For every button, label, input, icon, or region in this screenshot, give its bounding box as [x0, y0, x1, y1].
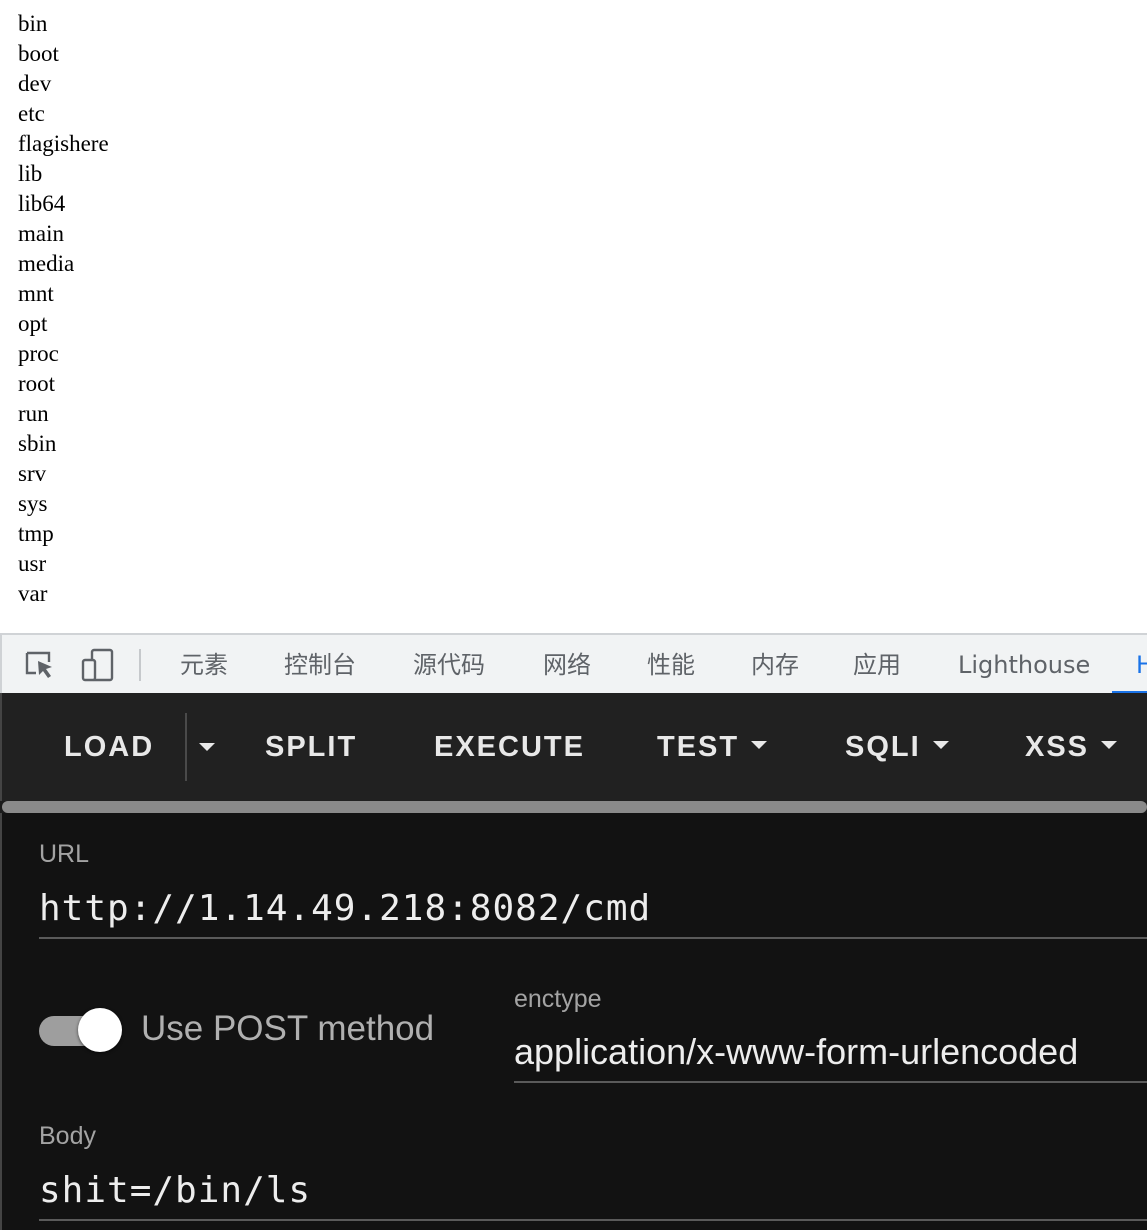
execute-label: EXECUTE [434, 731, 585, 763]
url-label: URL [39, 840, 90, 868]
output-line: root [18, 371, 56, 396]
hackbar-toolbar: LOAD SPLIT EXECUTE TEST SQLI XSS [0, 693, 1147, 801]
tab-sources[interactable]: 源代码 [413, 635, 485, 693]
tab-console[interactable]: 控制台 [284, 635, 356, 693]
chevron-down-icon [751, 741, 768, 750]
enctype-select[interactable]: application/x-www-form-urlencoded [514, 1031, 1078, 1073]
body-input-underline [39, 1219, 1147, 1221]
output-line: srv [18, 461, 47, 486]
execute-button[interactable]: EXECUTE [434, 693, 585, 801]
horizontal-scrollbar[interactable] [0, 801, 1147, 813]
chevron-down-icon [1101, 741, 1118, 750]
enctype-label: enctype [514, 985, 602, 1013]
tab-application[interactable]: 应用 [853, 635, 901, 693]
test-label: TEST [657, 731, 740, 763]
output-line: bin [18, 11, 48, 36]
tab-network[interactable]: 网络 [543, 635, 591, 693]
toolbar-divider [139, 649, 141, 681]
output-line: run [18, 401, 49, 426]
load-button[interactable]: LOAD [64, 693, 154, 801]
xss-menu-button[interactable]: XSS [1025, 693, 1118, 801]
command-output: bin boot dev etc flagishere lib lib64 ma… [18, 9, 1118, 609]
chevron-down-icon [932, 741, 949, 750]
output-line: dev [18, 71, 52, 96]
output-line: main [18, 221, 64, 246]
xss-label: XSS [1025, 731, 1090, 763]
output-line: opt [18, 311, 48, 336]
output-line: sys [18, 491, 48, 516]
body-input[interactable]: shit=/bin/ls [39, 1170, 311, 1211]
url-input[interactable]: http://1.14.49.218:8082/cmd [39, 888, 651, 929]
split-button[interactable]: SPLIT [265, 693, 357, 801]
output-line: proc [18, 341, 59, 366]
output-line: var [18, 581, 48, 606]
output-line: boot [18, 41, 59, 66]
sqli-label: SQLI [845, 731, 921, 763]
output-line: media [18, 251, 75, 276]
output-line: sbin [18, 431, 57, 456]
devtools-panel: 元素 控制台 源代码 网络 性能 内存 应用 Lighthouse H LOAD… [0, 633, 1147, 1230]
load-divider [185, 713, 187, 781]
inspect-element-icon[interactable] [22, 647, 58, 683]
tab-memory[interactable]: 内存 [751, 635, 799, 693]
load-dropdown-button[interactable] [192, 693, 222, 801]
output-line: mnt [18, 281, 54, 306]
toggle-knob [78, 1008, 122, 1052]
split-label: SPLIT [265, 731, 358, 763]
sqli-menu-button[interactable]: SQLI [845, 693, 949, 801]
tab-performance[interactable]: 性能 [647, 635, 695, 693]
scrollbar-thumb[interactable] [2, 801, 1147, 813]
tab-elements[interactable]: 元素 [180, 635, 228, 693]
use-post-toggle[interactable] [39, 1008, 125, 1052]
output-line: flagishere [18, 131, 109, 156]
output-line: lib [18, 161, 43, 186]
output-line: lib64 [18, 191, 66, 216]
load-label: LOAD [64, 731, 155, 763]
output-line: tmp [18, 521, 54, 546]
device-toolbar-icon[interactable] [80, 647, 116, 683]
url-input-underline [39, 937, 1147, 939]
hackbar-form: URL http://1.14.49.218:8082/cmd Use POST… [0, 813, 1147, 1230]
output-line: usr [18, 551, 47, 576]
chevron-down-icon [199, 743, 215, 751]
enctype-underline [514, 1081, 1147, 1083]
tab-lighthouse[interactable]: Lighthouse [958, 635, 1090, 693]
use-post-label: Use POST method [141, 1009, 435, 1048]
tab-hackbar[interactable]: H [1136, 635, 1147, 693]
test-menu-button[interactable]: TEST [657, 693, 768, 801]
body-label: Body [39, 1122, 96, 1150]
devtools-tab-bar: 元素 控制台 源代码 网络 性能 内存 应用 Lighthouse H [0, 633, 1147, 695]
output-line: etc [18, 101, 45, 126]
